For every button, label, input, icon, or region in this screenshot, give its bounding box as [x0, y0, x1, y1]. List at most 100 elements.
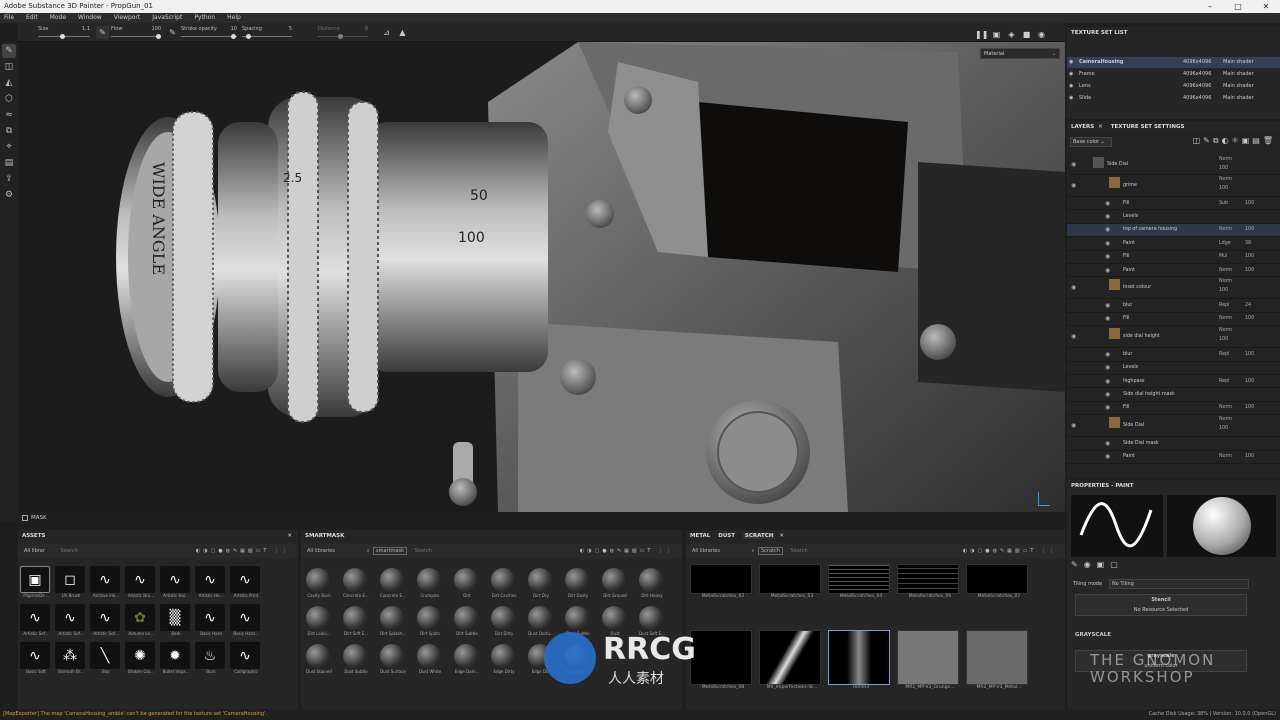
- asset-tile[interactable]: ∿ Calligraphic: [230, 642, 262, 678]
- channel-select[interactable]: Base color ⌄: [1070, 137, 1112, 147]
- asset-tile[interactable]: ∿ Artistic Sof...: [55, 604, 87, 640]
- smartmask-tile[interactable]: Dust Stained: [303, 642, 335, 678]
- asset-tile[interactable]: ▒ Bark: [160, 604, 192, 640]
- menu-javascript[interactable]: JavaScript: [152, 13, 182, 23]
- layer-opacity[interactable]: 100: [1245, 254, 1254, 259]
- layer-opacity[interactable]: 100: [1245, 352, 1254, 357]
- filter-icons[interactable]: ◐◑▢●◍✎▦▧▭T ⋮⋮: [196, 544, 290, 558]
- layer-actions[interactable]: ◫✎⧉◐⚛▣▤🗑: [1193, 136, 1276, 146]
- layer-blend-mode[interactable]: Norm: [1219, 328, 1232, 333]
- smartmask-tile[interactable]: Dirt Dirty: [488, 604, 520, 640]
- asset-tile[interactable]: ∿ Artistic He...: [195, 566, 227, 602]
- tiling-select[interactable]: No Tiling: [1109, 579, 1249, 589]
- stencil-slot[interactable]: Stencil No Resource Selected: [1075, 594, 1247, 616]
- eye-icon[interactable]: ◉: [1071, 422, 1076, 429]
- scratch-tile[interactable]: MR2_MP-V3_Grunge...: [897, 630, 963, 694]
- scratch-tile[interactable]: MR2_MP-V3_Metal...: [966, 630, 1032, 694]
- smartmask-tile[interactable]: Dust Subtle: [340, 642, 372, 678]
- scratch-tile[interactable]: MetalScratches_02: [690, 564, 756, 628]
- scratch-tile[interactable]: MetalScratches_04: [828, 564, 894, 628]
- asset-tile[interactable]: ∿ Artistic Sof...: [20, 604, 52, 640]
- asset-tile[interactable]: ╲ Blur: [90, 642, 122, 678]
- layer-blend-mode[interactable]: Mul: [1219, 254, 1228, 259]
- scratch-tile[interactable]: MetalScratches_08: [690, 630, 756, 694]
- scratch-tile[interactable]: MetalScratches_03: [759, 564, 825, 628]
- menu-file[interactable]: File: [4, 13, 14, 23]
- smartmask-tile[interactable]: Concrete E...: [340, 566, 372, 602]
- menu-edit[interactable]: Edit: [26, 13, 38, 23]
- texture-set-row[interactable]: ◉ CameraHousing 4096x4096 Main shader: [1067, 57, 1280, 68]
- eye-icon[interactable]: ◉: [1105, 440, 1110, 447]
- layer-opacity[interactable]: 100: [1245, 268, 1254, 273]
- eye-icon[interactable]: ◉: [1105, 213, 1110, 220]
- eye-icon[interactable]: ◉: [1069, 69, 1073, 80]
- layer-blend-mode[interactable]: Norm: [1219, 454, 1232, 459]
- layer-blend-mode[interactable]: Norm: [1219, 157, 1232, 162]
- clone-icon[interactable]: ⧉: [2, 124, 16, 138]
- layer-row[interactable]: ◉ Side Dial mask: [1067, 437, 1280, 451]
- filter-tag[interactable]: Scratch: [758, 547, 783, 555]
- smartmask-tile[interactable]: Cavity Burn: [303, 566, 335, 602]
- smartmask-tile[interactable]: Crumples: [414, 566, 446, 602]
- search-input[interactable]: Search: [791, 548, 808, 554]
- screenshot-icon[interactable]: ◉: [1035, 28, 1048, 41]
- video-icon[interactable]: ■: [1020, 28, 1033, 41]
- eye-icon[interactable]: ◉: [1069, 93, 1073, 104]
- layer-opacity[interactable]: 100: [1245, 227, 1254, 232]
- layer-opacity[interactable]: 100: [1245, 379, 1254, 384]
- eye-icon[interactable]: ◉: [1071, 284, 1076, 291]
- layer-blend-mode[interactable]: Norm: [1219, 227, 1232, 232]
- menu-window[interactable]: Window: [78, 13, 102, 23]
- library-select[interactable]: All libraries: [692, 548, 720, 554]
- menu-mode[interactable]: Mode: [50, 13, 66, 23]
- close-icon[interactable]: ✕: [779, 533, 784, 539]
- menu-help[interactable]: Help: [227, 13, 241, 23]
- smartmask-tile[interactable]: Dirt: [451, 566, 483, 602]
- texture-set-row[interactable]: ◉ Lens 4096x4096 Main shader: [1067, 81, 1280, 92]
- asset-tile[interactable]: ∿ Basic Hard: [195, 604, 227, 640]
- asset-tile[interactable]: ∿ Artistic Bru...: [125, 566, 157, 602]
- eye-icon[interactable]: ◉: [1105, 364, 1110, 371]
- eye-icon[interactable]: ◉: [1105, 351, 1110, 358]
- spacing-slider[interactable]: Spacing 5: [242, 25, 292, 41]
- layer-row[interactable]: ◉ top of camera housing Norm 100: [1067, 223, 1280, 238]
- smartmask-tile[interactable]: Dirt Soft E...: [340, 604, 372, 640]
- layer-opacity[interactable]: 100: [1219, 186, 1228, 191]
- asset-tile[interactable]: ∿ Basic Soft: [20, 642, 52, 678]
- scratch-tile[interactable]: MetalScratches_06: [897, 564, 963, 628]
- smartmask-tile[interactable]: Dirt Ground: [599, 566, 631, 602]
- filter-tag[interactable]: smartmask: [373, 547, 407, 555]
- asset-tile[interactable]: ♨ Burn: [195, 642, 227, 678]
- symmetry-icon[interactable]: ⊿: [380, 26, 393, 39]
- layer-blend-mode[interactable]: Norm: [1219, 417, 1232, 422]
- close-icon[interactable]: ✕: [1098, 124, 1103, 130]
- eye-icon[interactable]: ◉: [1105, 302, 1110, 309]
- layer-blend-mode[interactable]: Repl: [1219, 379, 1229, 384]
- smudge-icon[interactable]: ≈: [2, 108, 16, 122]
- layer-blend-mode[interactable]: Ldge: [1219, 241, 1231, 246]
- search-input[interactable]: Search: [61, 548, 78, 554]
- asset-tile[interactable]: ∿ Artistic Sof...: [90, 604, 122, 640]
- eraser-icon[interactable]: ◫: [2, 60, 16, 74]
- smartmask-tile[interactable]: Dirt Subtle: [451, 604, 483, 640]
- smartmask-tile[interactable]: Edge Dirty: [488, 642, 520, 678]
- camera-icon[interactable]: ▣: [990, 28, 1003, 41]
- asset-tile[interactable]: ✿ Autumn Le...: [125, 604, 157, 640]
- smartmask-tile[interactable]: Edge Dam...: [451, 642, 483, 678]
- smartmask-tile[interactable]: Dirt Splash...: [377, 604, 409, 640]
- search-input[interactable]: Search: [415, 548, 432, 554]
- layer-row[interactable]: ◉ highpass Repl 100: [1067, 375, 1280, 389]
- tab-dust[interactable]: DUST: [718, 533, 735, 539]
- eye-icon[interactable]: ◉: [1071, 182, 1076, 189]
- asset-tile[interactable]: ∿ Archive Ink...: [90, 566, 122, 602]
- size-slider[interactable]: Size 1.1: [38, 25, 90, 41]
- layer-opacity[interactable]: 100: [1219, 288, 1228, 293]
- texture-set-row[interactable]: ◉ Slide 4096x4096 Main shader: [1067, 93, 1280, 104]
- menu-viewport[interactable]: Viewport: [114, 13, 141, 23]
- eye-icon[interactable]: ◉: [1105, 453, 1110, 460]
- smartmask-tile[interactable]: Concrete E...: [377, 566, 409, 602]
- eye-icon[interactable]: ◉: [1071, 161, 1076, 168]
- asset-tile[interactable]: ∿ Artistic Print: [230, 566, 262, 602]
- menu-python[interactable]: Python: [194, 13, 215, 23]
- filter-icons[interactable]: ◐◑▢●◍✎▦▧▭T ⋮⋮: [963, 544, 1057, 558]
